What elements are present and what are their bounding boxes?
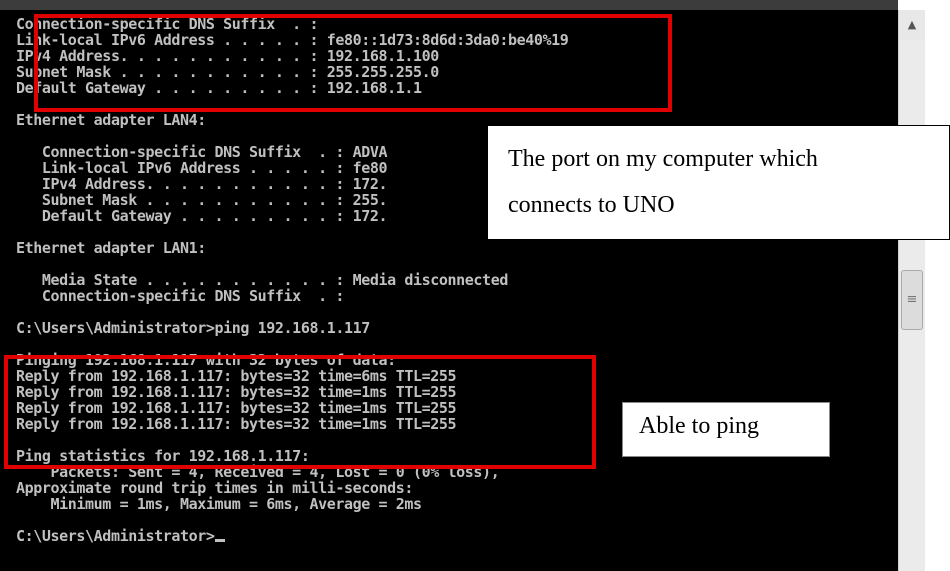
console-line: Link-local IPv6 Address . . . . . : fe80 (16, 159, 388, 177)
callout-ping-label: Able to ping (639, 413, 759, 439)
highlight-box-ping-replies (4, 355, 596, 469)
callout-port-line1: The port on my computer which (508, 146, 818, 172)
vertical-scrollbar[interactable]: ▲ ≡ (898, 10, 925, 571)
console-line: Subnet Mask . . . . . . . . . . . : 255. (16, 191, 388, 209)
grip-icon: ≡ (906, 292, 918, 307)
scrollbar-thumb[interactable]: ≡ (901, 270, 923, 330)
console-line: Connection-specific DNS Suffix . : ADVA (16, 143, 388, 161)
console-line: Media State . . . . . . . . . . . : Medi… (16, 271, 508, 289)
console-line: Connection-specific DNS Suffix . : (16, 287, 344, 305)
callout-port-line2: connects to UNO (508, 192, 675, 218)
callout-ping-note: Able to ping (622, 402, 830, 457)
console-line: Minimum = 1ms, Maximum = 6ms, Average = … (16, 495, 423, 513)
console-prompt: C:\Users\Administrator> (16, 527, 215, 545)
console-line: C:\Users\Administrator>ping 192.168.1.11… (16, 319, 370, 337)
arrow-up-icon[interactable]: ▲ (899, 10, 925, 40)
console-line: IPv4 Address. . . . . . . . . . . : 172. (16, 175, 388, 193)
console-line: Approximate round trip times in milli-se… (16, 479, 414, 497)
screenshot-frame: Connection-specific DNS Suffix . : Link-l… (0, 0, 950, 571)
window-title-strip (0, 0, 898, 10)
console-line: Ethernet adapter LAN1: (16, 239, 206, 257)
text-cursor (214, 539, 225, 542)
console-line: Ethernet adapter LAN4: (16, 111, 206, 129)
console-prompt-line: C:\Users\Administrator> (16, 528, 568, 544)
highlight-box-ipv4 (34, 14, 672, 112)
callout-port-note: The port on my computer which connects t… (487, 125, 950, 240)
console-line: Default Gateway . . . . . . . . . : 172. (16, 207, 388, 225)
